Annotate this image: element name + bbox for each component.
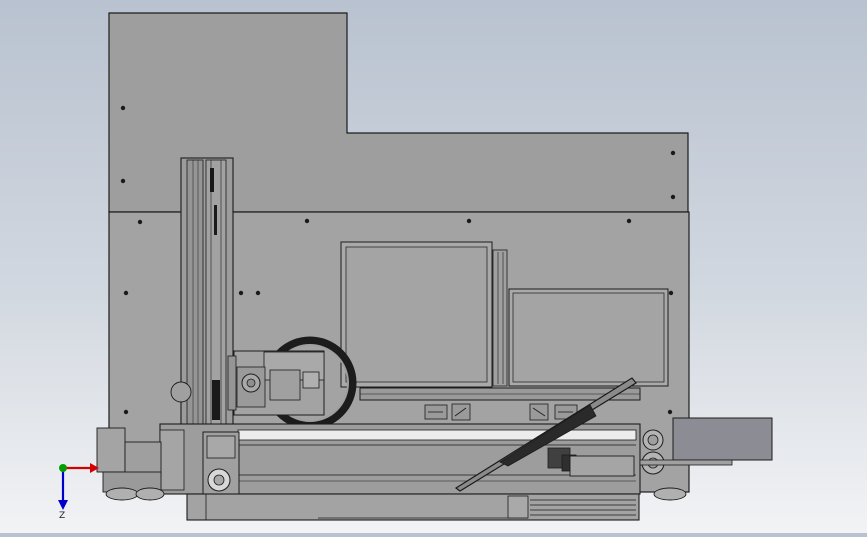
right-panel-window xyxy=(508,288,669,387)
panel-divider xyxy=(492,249,508,387)
left-panel-window xyxy=(340,241,493,388)
base-frame xyxy=(186,493,640,521)
column-carriage xyxy=(202,431,240,497)
xyz-triad-icon: Z xyxy=(58,463,99,521)
cad-viewport[interactable]: Z xyxy=(0,0,867,533)
machine-drawing: Z xyxy=(58,12,773,521)
z-axis-label: Z xyxy=(59,511,65,521)
